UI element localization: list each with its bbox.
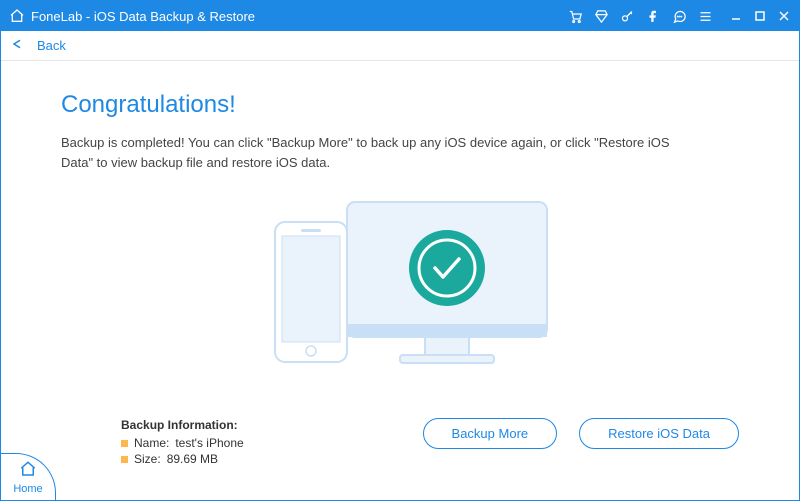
menu-icon[interactable] [697, 8, 713, 24]
close-icon[interactable] [777, 9, 791, 23]
minimize-icon[interactable] [729, 9, 743, 23]
back-button[interactable]: Back [11, 37, 66, 54]
backup-size-label: Size: [134, 452, 161, 466]
backup-name-value: test's iPhone [175, 436, 243, 450]
bullet-icon [121, 440, 128, 447]
main-content: Congratulations! Backup is completed! Yo… [1, 61, 799, 380]
titlebar: FoneLab - iOS Data Backup & Restore [1, 1, 799, 31]
backup-name-row: Name: test's iPhone [121, 436, 244, 450]
facebook-icon[interactable] [645, 8, 661, 24]
home-label: Home [13, 483, 42, 495]
sub-toolbar: Back [1, 31, 799, 61]
maximize-icon[interactable] [753, 9, 767, 23]
success-illustration [61, 190, 739, 380]
backup-size-row: Size: 89.69 MB [121, 452, 244, 466]
page-title: Congratulations! [61, 91, 739, 119]
backup-info: Backup Information: Name: test's iPhone … [121, 418, 244, 468]
back-label: Back [37, 38, 66, 53]
home-outline-icon [9, 8, 25, 24]
footer-row: Backup Information: Name: test's iPhone … [1, 418, 799, 468]
backup-info-title: Backup Information: [121, 418, 244, 432]
restore-ios-data-button[interactable]: Restore iOS Data [579, 418, 739, 449]
page-description: Backup is completed! You can click "Back… [61, 133, 701, 172]
app-title: FoneLab - iOS Data Backup & Restore [31, 9, 255, 24]
backup-more-button[interactable]: Backup More [423, 418, 558, 449]
back-arrow-icon [11, 37, 29, 54]
key-icon[interactable] [619, 8, 635, 24]
home-icon [19, 460, 37, 481]
backup-size-value: 89.69 MB [167, 452, 218, 466]
bullet-icon [121, 456, 128, 463]
backup-name-label: Name: [134, 436, 169, 450]
cart-icon[interactable] [567, 8, 583, 24]
diamond-icon[interactable] [593, 8, 609, 24]
chat-icon[interactable] [671, 8, 687, 24]
